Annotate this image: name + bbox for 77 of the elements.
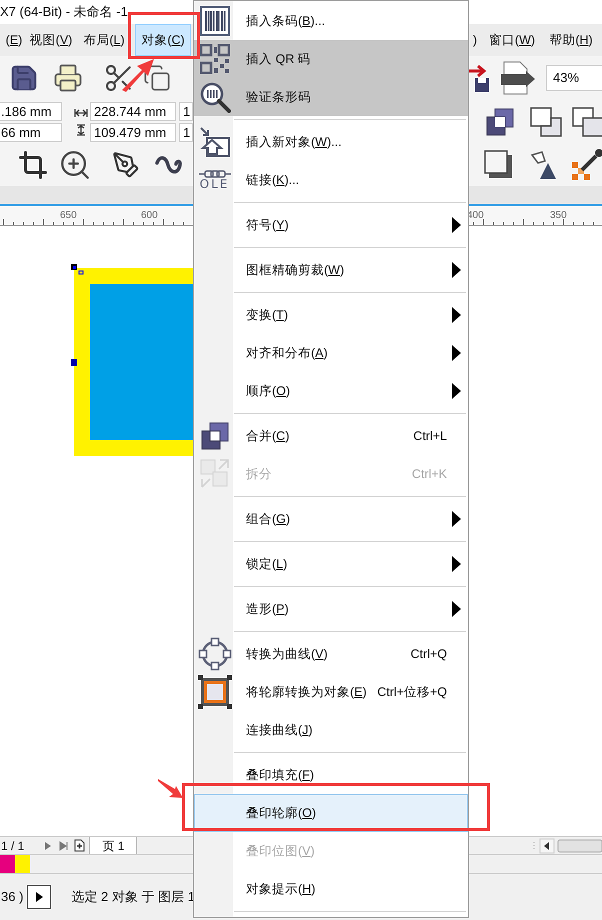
- menu-bar-item[interactable]: 帮助(H): [545, 24, 597, 56]
- menu-item[interactable]: 验证条形码: [194, 78, 468, 116]
- menu-item[interactable]: 符号(Y): [194, 206, 468, 244]
- ruler-label: 650: [60, 209, 77, 223]
- window-title: X7 (64-Bit) - 未命名 -1: [0, 3, 128, 22]
- menu-item[interactable]: 转换为曲线(V) Ctrl+Q: [194, 635, 468, 673]
- crop-icon[interactable]: [18, 150, 48, 180]
- combine-icon[interactable]: [486, 108, 514, 136]
- drop-shadow-icon[interactable]: [484, 150, 514, 180]
- scale-y-field[interactable]: 1: [179, 123, 193, 142]
- menu-bar-item[interactable]: 布局(L): [80, 24, 128, 56]
- menu-bar-item[interactable]: 窗口(W): [486, 24, 538, 56]
- width-arrow-icon: [74, 108, 88, 118]
- shortcut-text: Ctrl+K: [412, 466, 447, 483]
- zoom-icon[interactable]: [58, 148, 92, 182]
- height-arrow-icon: [74, 124, 88, 136]
- menu-item[interactable]: 对象提示(H): [194, 870, 468, 908]
- menu-item[interactable]: 顺序(O): [194, 372, 468, 410]
- menu-item[interactable]: 插入新对象(W)...: [194, 123, 468, 161]
- menu-bar-item[interactable]: ): [469, 24, 481, 56]
- add-page-icon[interactable]: [74, 839, 86, 852]
- shortcut-text: Ctrl+L: [413, 428, 447, 445]
- play-button[interactable]: [27, 885, 52, 909]
- page-counter: 1 / 1: [1, 838, 24, 854]
- x-position-field[interactable]: .186 mm: [0, 102, 62, 121]
- magnifier-icon: [198, 81, 230, 113]
- menu-item[interactable]: 叠印填充(F): [194, 756, 468, 794]
- menu-item[interactable]: 造形(P): [194, 590, 468, 628]
- status-reading: 36 ): [1, 888, 24, 906]
- color-swatch[interactable]: [15, 855, 30, 873]
- curve-nodes-icon: [198, 637, 232, 671]
- menu-item[interactable]: 对齐和分布(A): [194, 334, 468, 372]
- eyedropper-icon[interactable]: [570, 148, 602, 182]
- next-page-icon[interactable]: [44, 840, 52, 850]
- menu-item[interactable]: 叠印轮廓(O): [194, 794, 468, 832]
- menu-item[interactable]: 变换(T): [194, 296, 468, 334]
- menu-bar-item[interactable]: 视图(V): [28, 24, 74, 56]
- menu-item[interactable]: 锁定(L): [194, 545, 468, 583]
- width-field[interactable]: 228.744 mm: [90, 102, 176, 121]
- simplify-icon[interactable]: [572, 107, 602, 137]
- break-apart-icon: [198, 458, 230, 490]
- insert-object-icon: [198, 126, 230, 158]
- color-swatch[interactable]: [0, 855, 15, 873]
- trim-icon[interactable]: [530, 107, 562, 137]
- ruler-label: 600: [141, 209, 158, 223]
- printer-icon[interactable]: [53, 63, 83, 93]
- scrollbar-drawing[interactable]: [532, 838, 602, 854]
- zoom-field[interactable]: 43%: [546, 65, 602, 91]
- shortcut-text: Ctrl+Q: [410, 646, 447, 663]
- last-page-icon[interactable]: [59, 840, 70, 850]
- menu-item[interactable]: 将轮廓转换为对象(E) Ctrl+位移+Q: [194, 673, 468, 711]
- menu-item[interactable]: 合并(C) Ctrl+L: [194, 417, 468, 455]
- qr-code-icon: [200, 44, 230, 74]
- menu-item[interactable]: OLE 链接(K)...: [194, 161, 468, 199]
- page-tab[interactable]: 页 1: [89, 836, 138, 854]
- copy-icon[interactable]: [143, 64, 171, 92]
- menu-item[interactable]: 图框精确剪裁(W): [194, 251, 468, 289]
- pen-icon[interactable]: [112, 151, 140, 179]
- menu-item[interactable]: 组合(G): [194, 500, 468, 538]
- scale-x-field[interactable]: 1: [179, 102, 193, 121]
- combine-icon: [200, 422, 228, 450]
- highlight-frame: [128, 12, 200, 59]
- menu-bar-item[interactable]: 对象(C): [135, 24, 191, 56]
- menu-item[interactable]: 插入 QR 码: [194, 40, 468, 78]
- menu-item[interactable]: 连接曲线(J): [194, 711, 468, 749]
- height-field[interactable]: 109.479 mm: [90, 123, 176, 142]
- outline-square-icon: [198, 675, 232, 709]
- barcode-icon: [200, 6, 230, 36]
- menu-bar-item[interactable]: (E): [0, 24, 28, 56]
- y-position-field[interactable]: 66 mm: [0, 123, 62, 142]
- play-icon: [36, 892, 43, 902]
- menu-item[interactable]: 插入条码(B)...: [194, 2, 468, 40]
- pointer-arrow: [120, 58, 156, 92]
- ruler-label: 350: [550, 209, 567, 223]
- pointer-arrow: [158, 778, 183, 799]
- save-icon[interactable]: [9, 63, 39, 93]
- shortcut-text: Ctrl+位移+Q: [377, 684, 447, 701]
